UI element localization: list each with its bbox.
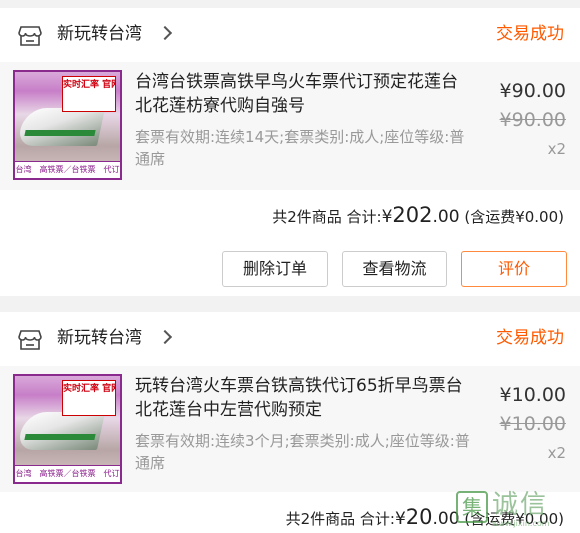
delete-order-button[interactable]: 删除订单 <box>222 251 328 287</box>
total-currency: ¥ <box>394 509 406 529</box>
item-count: 共2件商品 <box>285 510 356 528</box>
total-decimal: .00 <box>432 207 460 227</box>
store-name[interactable]: 新玩转台湾 <box>57 21 142 47</box>
thumb-badge: 实时汇率 官网预订 <box>62 76 116 112</box>
watermark-text: 诚信 <box>492 490 549 520</box>
watermark-logo-icon: 集 <box>456 491 488 523</box>
product-price: ¥10.00 <box>499 384 566 406</box>
chevron-right-icon <box>157 25 173 41</box>
train-image <box>16 412 106 450</box>
thumb-caption: 台湾 高铁票／台铁票 代订 <box>15 161 120 178</box>
total-amount: 20 <box>405 505 433 529</box>
original-price: ¥90.00 <box>499 109 566 131</box>
product-title[interactable]: 玩转台湾火车票台铁高铁代订65折早鸟票台北花莲台中左营代购预定 <box>135 374 470 422</box>
watermark-url: www.jixin.com <box>492 519 550 528</box>
store-icon <box>18 26 42 46</box>
store-name[interactable]: 新玩转台湾 <box>57 325 142 351</box>
shipping-info: (含运费¥0.00) <box>464 208 564 226</box>
product-spec: 套票有效期:连续3个月;套票类别:成人;座位等级:普通席 <box>135 432 470 472</box>
product-title[interactable]: 台湾台铁票高铁早鸟火车票代订预定花莲台北花莲枋寮代购自強号 <box>135 70 470 118</box>
thumb-badge: 实时汇率 官网预订 <box>62 380 116 416</box>
order-summary: 共2件商品 合计:¥202.00 (含运费¥0.00) <box>272 202 564 230</box>
order-item[interactable]: 实时汇率 官网预订 台湾 高铁票／台铁票 代订 玩转台湾火车票台铁高铁代订65折… <box>0 366 580 492</box>
total-currency: ¥ <box>381 207 393 227</box>
order-card: 新玩转台湾 交易成功 实时汇率 官网预订 台湾 高铁票／台铁票 代订 台湾台铁票… <box>0 8 580 296</box>
original-price: ¥10.00 <box>499 413 566 435</box>
product-quantity: x2 <box>547 444 566 462</box>
product-thumbnail[interactable]: 实时汇率 官网预订 台湾 高铁票／台铁票 代订 <box>13 70 122 180</box>
total-label: 合计: <box>346 208 382 226</box>
product-price: ¥90.00 <box>499 80 566 102</box>
store-header[interactable]: 新玩转台湾 交易成功 <box>0 8 580 62</box>
watermark: 集 诚信 www.jixin.com <box>456 489 572 529</box>
order-item[interactable]: 实时汇率 官网预订 台湾 高铁票／台铁票 代订 台湾台铁票高铁早鸟火车票代订预定… <box>0 62 580 190</box>
order-status: 交易成功 <box>496 24 564 44</box>
product-spec: 套票有效期:连续14天;套票类别:成人;座位等级:普通席 <box>135 128 465 168</box>
chevron-right-icon <box>157 329 173 345</box>
train-stripe <box>24 130 96 136</box>
train-image <box>16 108 106 146</box>
review-button[interactable]: 评价 <box>461 251 567 287</box>
store-icon <box>18 330 42 350</box>
total-amount: 202 <box>392 203 433 227</box>
train-stripe <box>24 434 96 440</box>
store-header[interactable]: 新玩转台湾 交易成功 <box>0 312 580 366</box>
order-status: 交易成功 <box>496 328 564 348</box>
thumb-caption: 台湾 高铁票／台铁票 代订 <box>15 465 120 482</box>
item-count: 共2件商品 <box>272 208 342 226</box>
product-quantity: x2 <box>547 140 566 158</box>
total-label: 合计: <box>359 510 395 528</box>
product-thumbnail[interactable]: 实时汇率 官网预订 台湾 高铁票／台铁票 代订 <box>13 374 122 484</box>
view-logistics-button[interactable]: 查看物流 <box>342 251 447 287</box>
